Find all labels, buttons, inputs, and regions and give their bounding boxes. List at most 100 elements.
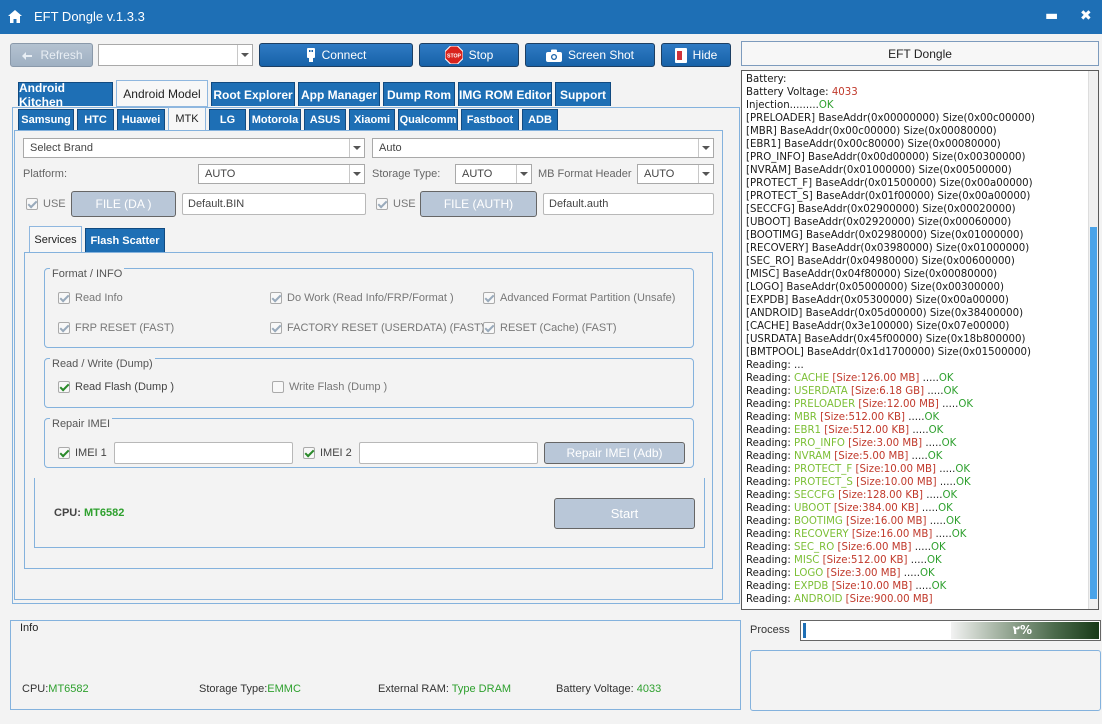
start-button[interactable]: Start [554,498,695,529]
tab-lg[interactable]: LG [209,109,246,130]
connect-button[interactable]: Connect [259,43,413,67]
log-partition-line: [PROTECT_S] BaseAddr(0x01f00000) Size(0x… [746,191,1031,202]
read-size: [Size:3.00 MB] [848,438,923,449]
imei1-checkbox[interactable] [58,447,70,459]
mb-format-label: MB Format Header [538,168,632,180]
tab-adb[interactable]: ADB [522,109,558,130]
log-partition-line: [LOGO] BaseAddr(0x05000000) Size(0x00300… [746,282,1004,293]
close-button[interactable]: ✖ [1080,8,1092,24]
file-da-button[interactable]: FILE (DA ) [71,191,176,217]
progress-percent: ٢% [1012,623,1032,637]
read-flash-label: Read Flash (Dump ) [75,381,175,393]
tab-services[interactable]: Services [29,226,82,253]
read-ok: OK [924,412,940,423]
da-file-field[interactable]: Default.BIN [182,193,366,215]
read-ok: OK [955,464,971,475]
log-scroll-thumb[interactable] [1090,227,1097,599]
tab-android-model[interactable]: Android Model [116,80,208,107]
platform-select[interactable]: AUTO [198,164,365,184]
use-auth-checkbox[interactable] [376,198,388,210]
log-battery: Battery: [746,74,787,85]
do-work-checkbox[interactable] [270,292,282,304]
factory-reset-checkbox[interactable] [270,322,282,334]
log-scrollbar[interactable] [1088,71,1098,609]
log-panel[interactable]: Battery: Battery Voltage: 4033 Injection… [741,70,1099,610]
window-title: EFT Dongle v.1.3.3 [34,9,145,24]
reset-cache-checkbox[interactable] [483,322,495,334]
minimize-button[interactable]: ▬ [1045,8,1058,24]
tab-xiaomi[interactable]: Xiaomi [349,109,395,130]
tab-flash-scatter[interactable]: Flash Scatter [85,228,165,253]
advanced-format-checkbox[interactable] [483,292,495,304]
read-ok: OK [943,386,959,397]
read-size: [Size:10.00 MB] [831,581,913,592]
partition-list: [PRELOADER] BaseAddr(0x00000000) Size(0x… [746,112,1086,359]
info-cpu-label: CPU: [22,683,49,695]
log-partition-line: [BMTPOOL] BaseAddr(0x1d1700000) Size(0x0… [746,347,1032,358]
read-partition-name: MBR [794,412,817,423]
log-partition-line: [UBOOT] BaseAddr(0x02920000) Size(0x0006… [746,217,1012,228]
refresh-button[interactable]: Refresh [10,43,93,67]
read-size: [Size:512.00 KB] [822,555,908,566]
tab-dump-rom[interactable]: Dump Rom [383,82,455,106]
info-storage-label: Storage Type: [199,683,268,695]
info-storage: Storage Type:EMMC [199,683,301,695]
tab-htc[interactable]: HTC [77,109,114,130]
reset-cache-label: RESET (Cache) (FAST) [500,322,617,334]
tab-support[interactable]: Support [555,82,611,106]
read-partition-name: UBOOT [794,503,831,514]
read-dots: ..... [923,490,943,501]
read-size: [Size:12.00 MB] [858,399,939,410]
model-select[interactable]: Auto [372,138,714,158]
app-window: EFT Dongle v.1.3.3 ▬ ✖ Refresh Connect S… [0,0,1102,724]
read-flash-checkbox[interactable] [58,381,70,393]
log-partition-line: [PRELOADER] BaseAddr(0x00000000) Size(0x… [746,113,1035,124]
file-auth-button[interactable]: FILE (AUTH) [420,191,537,217]
imei1-input[interactable] [114,442,293,464]
tab-huawei[interactable]: Huawei [117,109,165,130]
tab-motorola[interactable]: Motorola [249,109,301,130]
auth-file-field[interactable]: Default.auth [543,193,714,215]
screenshot-button[interactable]: Screen Shot [525,43,655,67]
tab-samsung[interactable]: Samsung [18,109,74,130]
tab-root-explorer[interactable]: Root Explorer [211,82,295,106]
log-read-line: Reading: USERDATA [Size:6.18 GB] .....OK [746,385,1086,398]
frp-reset-checkbox[interactable] [58,322,70,334]
read-size: [Size:6.18 GB] [850,386,925,397]
tab-mtk[interactable]: MTK [168,107,206,131]
tab-app-manager[interactable]: App Manager [298,82,380,106]
hide-button[interactable]: Hide [661,43,731,67]
read-size: [Size:512.00 KB] [824,425,910,436]
tab-img-rom-editor[interactable]: IMG ROM Editor [458,82,552,106]
read-size: [Size:16.00 MB] [851,529,933,540]
log-read-line: Reading: PROTECT_S [Size:10.00 MB] .....… [746,476,1086,489]
log-reading-start: Reading: ... [746,360,804,371]
log-partition-line: [CACHE] BaseAddr(0x3e100000) Size(0x07e0… [746,321,1010,332]
imei2-checkbox[interactable] [303,447,315,459]
use-da-checkbox[interactable] [26,198,38,210]
read-dots: ..... [907,555,927,566]
brand-select[interactable]: Select Brand [23,138,365,158]
log-partition-line: [NVRAM] BaseAddr(0x01000000) Size(0x0050… [746,165,1012,176]
storage-type-select[interactable]: AUTO [455,164,532,184]
stop-button[interactable]: STOP Stop [419,43,519,67]
log-read-line: Reading: ANDROID [Size:900.00 MB] [746,593,1086,606]
read-ok: OK [928,425,944,436]
imei2-input[interactable] [359,442,538,464]
port-select[interactable] [98,44,253,66]
tab-android-kitchen[interactable]: Android Kitchen [18,81,113,109]
tab-qualcomm[interactable]: Qualcomm [398,109,458,130]
tab-fastboot[interactable]: Fastboot [461,109,519,130]
read-partition-name: SEC_RO [794,542,835,553]
read-info-checkbox[interactable] [58,292,70,304]
info-ram-value: Type DRAM [451,683,512,695]
read-ok: OK [945,516,961,527]
read-partition-name: MISC [794,555,820,566]
info-battery-label: Battery Voltage: [556,683,637,695]
platform-select-value: AUTO [205,168,236,180]
format-info-group [44,268,694,348]
tab-asus[interactable]: ASUS [304,109,346,130]
write-flash-checkbox[interactable] [272,381,284,393]
repair-imei-button[interactable]: Repair IMEI (Adb) [544,442,685,464]
mb-format-select[interactable]: AUTO [637,164,714,184]
